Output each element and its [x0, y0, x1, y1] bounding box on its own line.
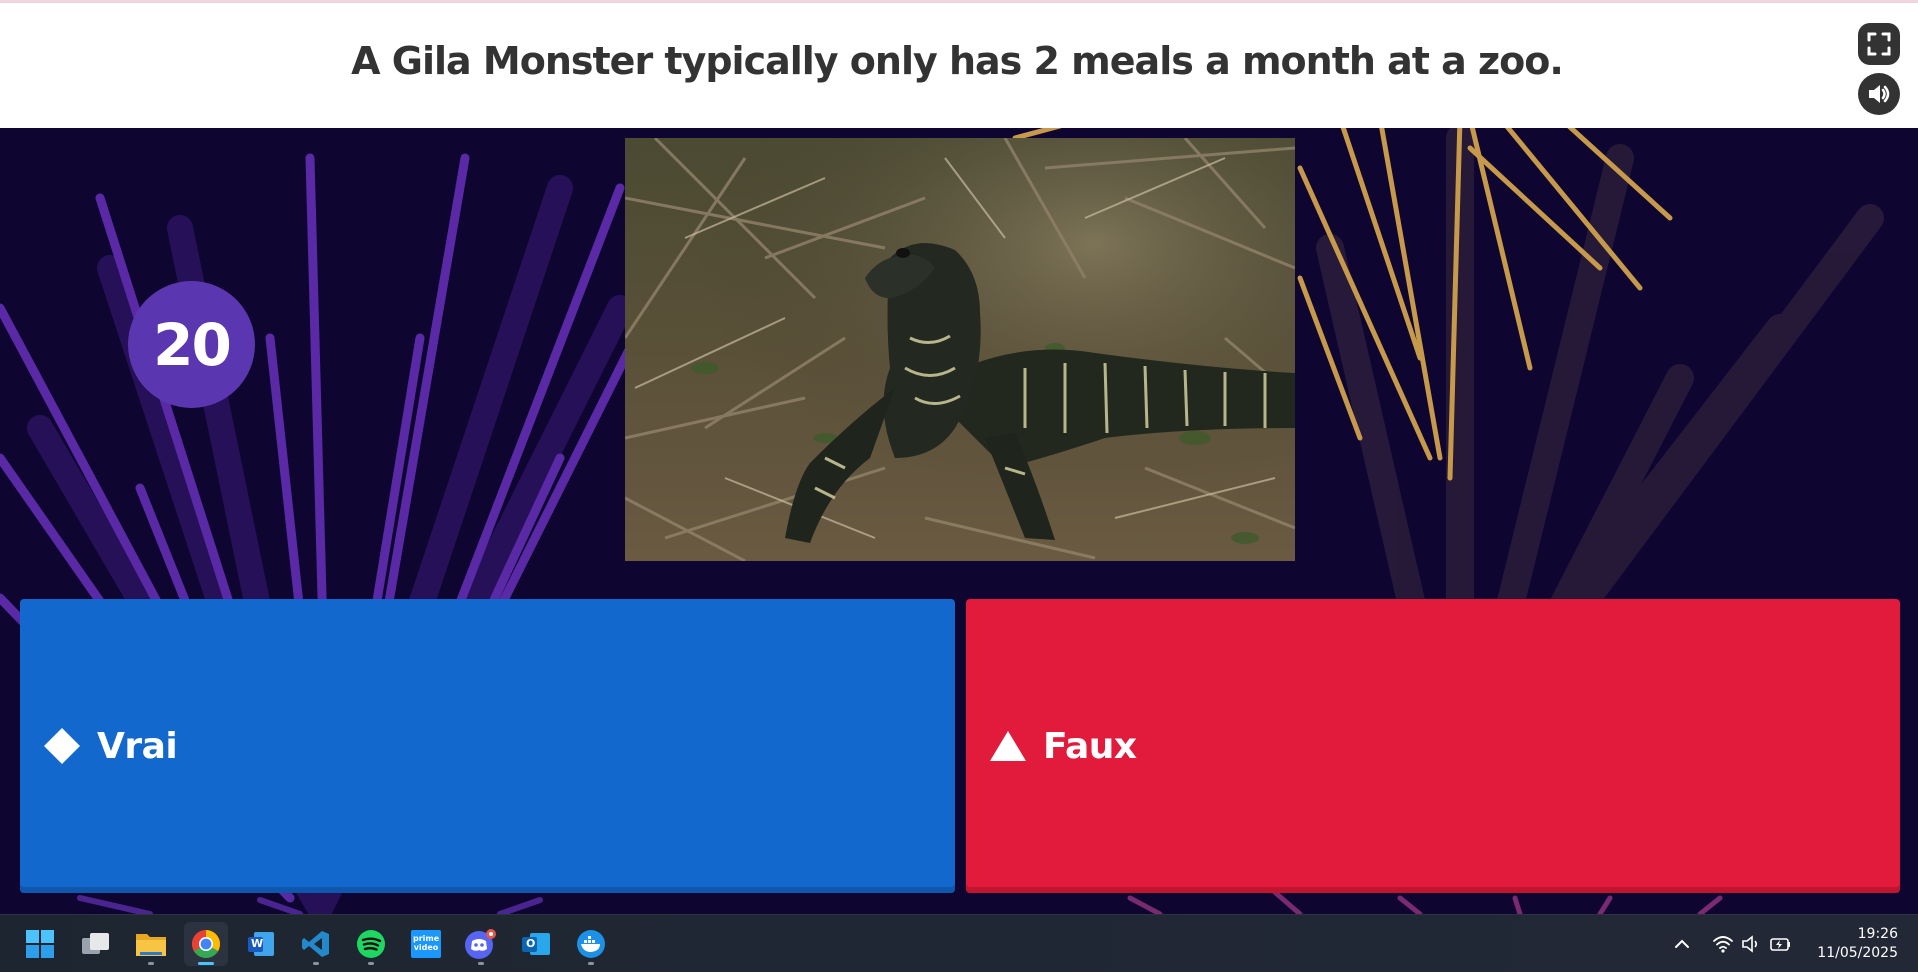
fullscreen-icon: [1867, 32, 1891, 56]
windows-taskbar: W prime video O 19:26 11/05/2025: [0, 914, 1918, 972]
question-header: A Gila Monster typically only has 2 meal…: [0, 0, 1918, 128]
quiz-stage: 20 Vrai Faux: [0, 128, 1918, 914]
fullscreen-button[interactable]: [1858, 23, 1900, 65]
task-view-icon: [82, 933, 109, 954]
lizard-photo: [625, 138, 1295, 561]
system-tray: [1672, 915, 1792, 972]
taskbar-docker[interactable]: [569, 922, 613, 966]
taskbar-start[interactable]: [18, 922, 62, 966]
wifi-icon[interactable]: [1712, 934, 1734, 954]
taskbar-task-view[interactable]: [74, 922, 118, 966]
volume-icon[interactable]: [1740, 934, 1762, 954]
sound-button[interactable]: [1858, 73, 1900, 115]
taskbar-discord[interactable]: [459, 922, 503, 966]
spotify-icon: [357, 930, 385, 958]
answer-false-button[interactable]: Faux: [966, 599, 1900, 893]
taskbar-clock[interactable]: 19:26 11/05/2025: [1817, 925, 1898, 963]
outlook-icon: [522, 933, 550, 955]
taskbar-file-explorer[interactable]: [129, 922, 173, 966]
folder-icon: [136, 934, 166, 956]
chrome-icon: [192, 930, 220, 958]
windows-start-icon: [26, 930, 54, 958]
taskbar-spotify[interactable]: [349, 922, 393, 966]
answer-true-label: Vrai: [97, 725, 178, 767]
outlook-letter: O: [526, 937, 536, 950]
docker-icon: [577, 930, 605, 958]
vscode-icon: [302, 931, 329, 957]
taskbar-outlook[interactable]: O: [514, 922, 558, 966]
countdown-timer: 20: [128, 281, 255, 408]
taskbar-prime-video[interactable]: prime video: [404, 922, 448, 966]
chevron-up-icon[interactable]: [1672, 934, 1692, 954]
clock-time: 19:26: [1857, 926, 1898, 942]
clock-date: 11/05/2025: [1817, 945, 1898, 961]
triangle-icon: [988, 726, 1028, 766]
word-letter: W: [251, 937, 264, 950]
discord-icon: [465, 929, 496, 959]
question-text: A Gila Monster typically only has 2 meal…: [351, 38, 1564, 83]
speaker-icon: [1869, 85, 1890, 103]
diamond-icon: [42, 726, 82, 766]
answer-true-button[interactable]: Vrai: [20, 599, 955, 893]
battery-icon[interactable]: [1768, 934, 1792, 954]
taskbar-chrome[interactable]: [184, 922, 228, 966]
answer-false-label: Faux: [1043, 725, 1137, 767]
taskbar-vscode[interactable]: [294, 922, 338, 966]
prime-video-text: prime video: [413, 934, 440, 952]
taskbar-word[interactable]: W: [239, 922, 283, 966]
